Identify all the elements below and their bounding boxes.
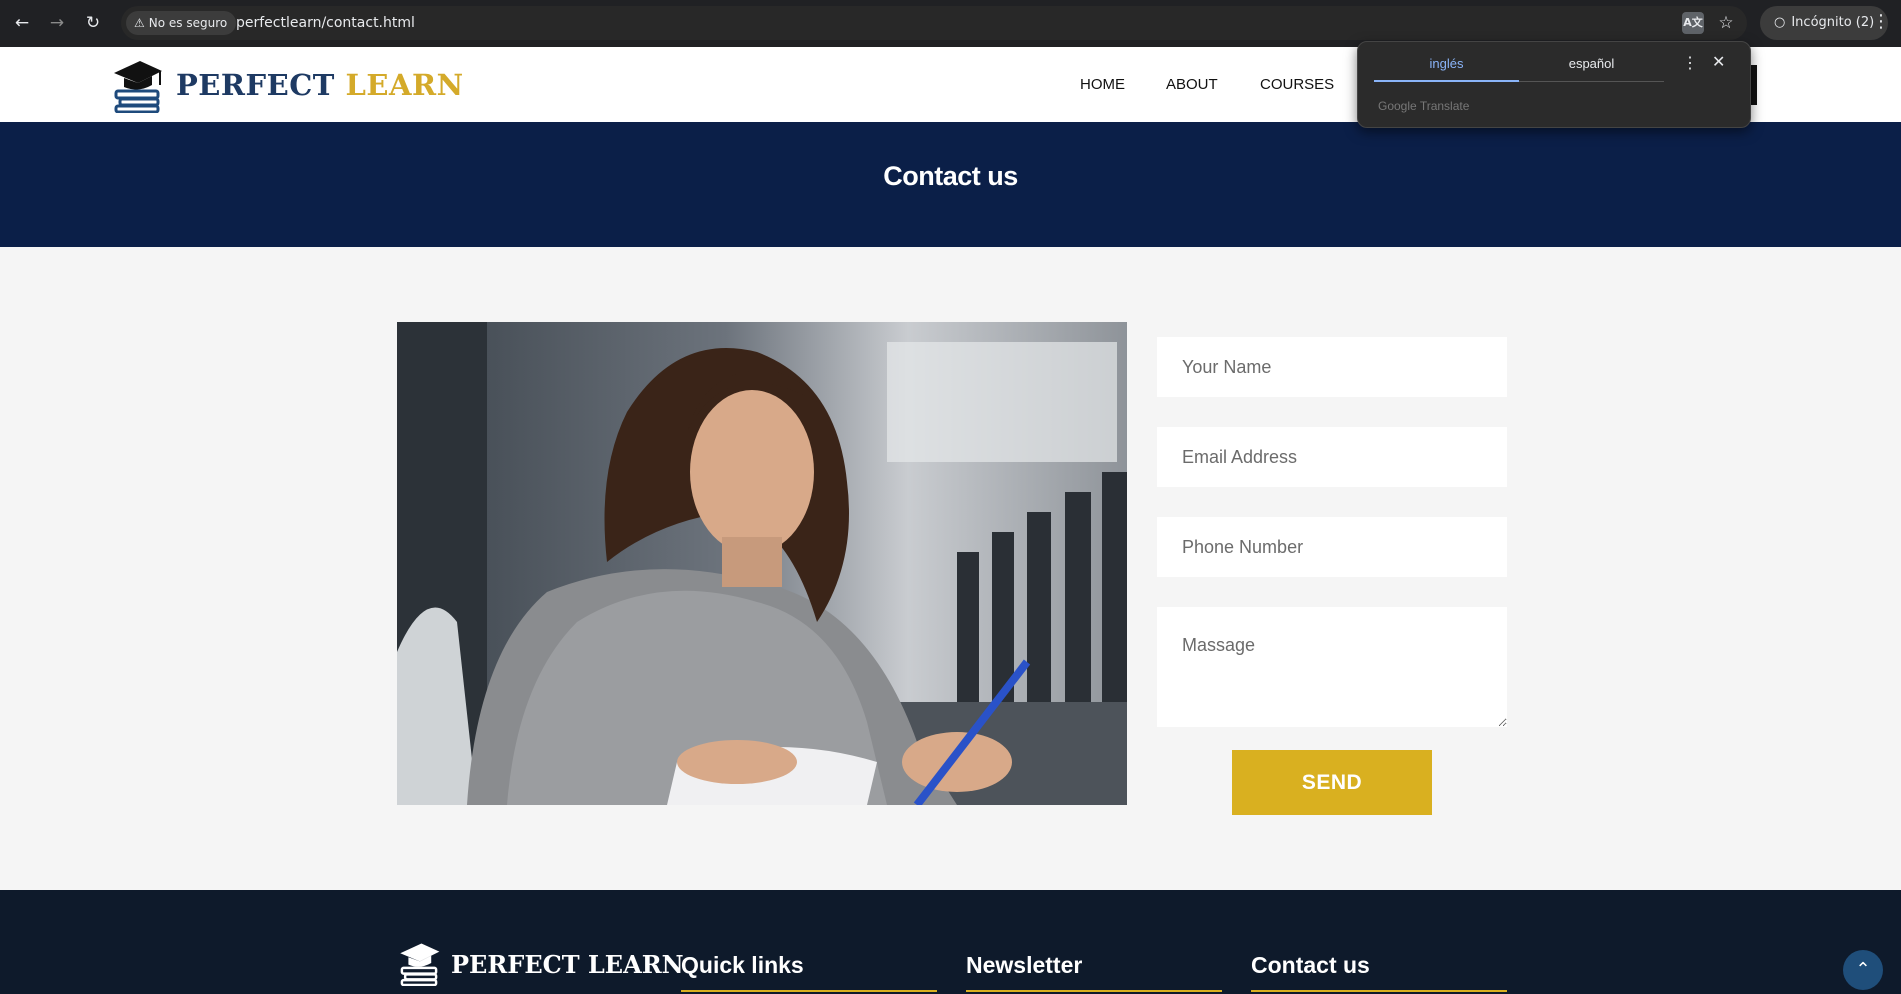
nav-about[interactable]: ABOUT bbox=[1166, 47, 1218, 122]
incognito-label: Incógnito (2) bbox=[1791, 15, 1875, 30]
scroll-to-top-button[interactable]: ⌃ bbox=[1843, 950, 1883, 990]
translate-icon[interactable]: A文 bbox=[1682, 12, 1704, 34]
page-banner: Contact us bbox=[0, 122, 1901, 247]
footer-heading-quick-links: Quick links bbox=[681, 952, 804, 978]
footer-heading-rule bbox=[1251, 990, 1507, 992]
incognito-icon: ○ bbox=[1774, 15, 1786, 30]
translate-brand: Google Translate bbox=[1378, 99, 1470, 113]
nav-home[interactable]: HOME bbox=[1080, 47, 1125, 122]
email-field[interactable] bbox=[1157, 427, 1507, 487]
footer-logo-text: PERFECT LEARN bbox=[451, 950, 684, 979]
footer-heading-rule bbox=[966, 990, 1222, 992]
student-writing-image bbox=[397, 322, 1127, 805]
graduation-cap-icon bbox=[400, 943, 440, 986]
site-logo-text: PERFECT LEARN bbox=[176, 68, 464, 102]
star-icon[interactable]: ☆ bbox=[1715, 12, 1737, 34]
security-chip[interactable]: ⚠ No es seguro bbox=[126, 11, 237, 35]
name-field[interactable] bbox=[1157, 337, 1507, 397]
phone-field[interactable] bbox=[1157, 517, 1507, 577]
url-text[interactable]: perfectlearn/contact.html bbox=[236, 6, 415, 40]
warning-icon: ⚠ bbox=[134, 16, 145, 30]
incognito-chip[interactable]: ○ Incógnito (2) bbox=[1760, 6, 1889, 40]
nav-courses[interactable]: COURSES bbox=[1260, 47, 1334, 122]
logo-word-perfect: PERFECT bbox=[176, 68, 335, 102]
message-field[interactable] bbox=[1157, 607, 1507, 727]
forward-arrow-icon[interactable]: → bbox=[45, 11, 69, 35]
tab-source-language[interactable]: inglés bbox=[1374, 56, 1519, 82]
graduation-cap-icon bbox=[114, 61, 162, 113]
footer-heading-rule bbox=[681, 990, 937, 992]
send-button[interactable]: SEND bbox=[1232, 750, 1432, 815]
browser-toolbar: ← → ↻ ⚠ No es seguro perfectlearn/contact… bbox=[0, 0, 1901, 47]
footer-heading-newsletter: Newsletter bbox=[966, 952, 1083, 978]
logo-word-learn: LEARN bbox=[345, 68, 464, 102]
chevron-up-icon: ⌃ bbox=[1855, 959, 1871, 980]
more-options-icon[interactable]: ⋮ bbox=[1872, 11, 1890, 32]
tab-target-language[interactable]: español bbox=[1519, 56, 1664, 82]
address-bar[interactable]: ⚠ No es seguro perfectlearn/contact.html … bbox=[121, 6, 1747, 40]
footer-heading-contact: Contact us bbox=[1251, 952, 1370, 978]
close-icon[interactable]: ✕ bbox=[1712, 52, 1725, 72]
back-arrow-icon[interactable]: ← bbox=[10, 11, 34, 35]
reload-icon[interactable]: ↻ bbox=[81, 11, 105, 35]
contact-photo bbox=[397, 322, 1127, 805]
security-label: No es seguro bbox=[148, 16, 228, 30]
translate-popup: inglés español ⋮ ✕ Google Translate bbox=[1357, 41, 1751, 128]
more-options-icon[interactable]: ⋮ bbox=[1682, 53, 1698, 73]
page-title: Contact us bbox=[883, 161, 1018, 191]
site-footer: PERFECT LEARN Quick links Newsletter Con… bbox=[0, 890, 1901, 994]
